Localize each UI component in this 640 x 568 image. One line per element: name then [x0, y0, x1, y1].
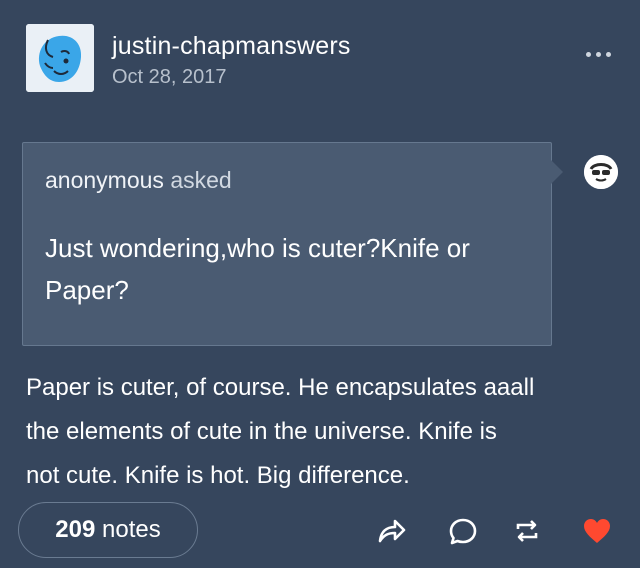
ask-box: anonymous asked Just wondering,who is cu… [22, 142, 552, 346]
answer-text: Paper is cuter, of course. He encapsulat… [26, 366, 626, 498]
blog-avatar[interactable] [26, 24, 94, 92]
ask-bubble-arrow [551, 160, 563, 184]
question-line-1: Just wondering,who is cuter?Knife or [45, 233, 470, 263]
answer-line-3: not cute. Knife is hot. Big difference. [26, 462, 410, 489]
asker-name[interactable]: anonymous [45, 167, 164, 193]
answer-line-2: the elements of cute in the universe. Kn… [26, 418, 497, 445]
asked-label: asked [170, 167, 232, 193]
like-icon[interactable] [580, 514, 614, 548]
reply-icon[interactable] [446, 514, 480, 548]
blog-name[interactable]: justin-chapmanswers [112, 32, 351, 61]
asker-line: anonymous asked [45, 167, 232, 194]
question-text: Just wondering,who is cuter?Knife or Pap… [45, 227, 535, 311]
notes-label: notes [102, 516, 161, 543]
notes-count: 209 [55, 516, 96, 543]
answer-line-1: Paper is cuter, of course. He encapsulat… [26, 374, 535, 401]
more-options-icon[interactable] [586, 52, 612, 60]
anonymous-avatar-icon [584, 155, 618, 189]
post-date: Oct 28, 2017 [112, 66, 227, 88]
notes-button[interactable]: 209 notes [18, 502, 198, 558]
post-footer: 209 notes [18, 502, 638, 560]
question-line-2: Paper? [45, 275, 129, 305]
post-header: justin-chapmanswers Oct 28, 2017 [26, 24, 620, 94]
reblog-icon[interactable] [510, 514, 544, 548]
share-icon[interactable] [374, 514, 408, 548]
